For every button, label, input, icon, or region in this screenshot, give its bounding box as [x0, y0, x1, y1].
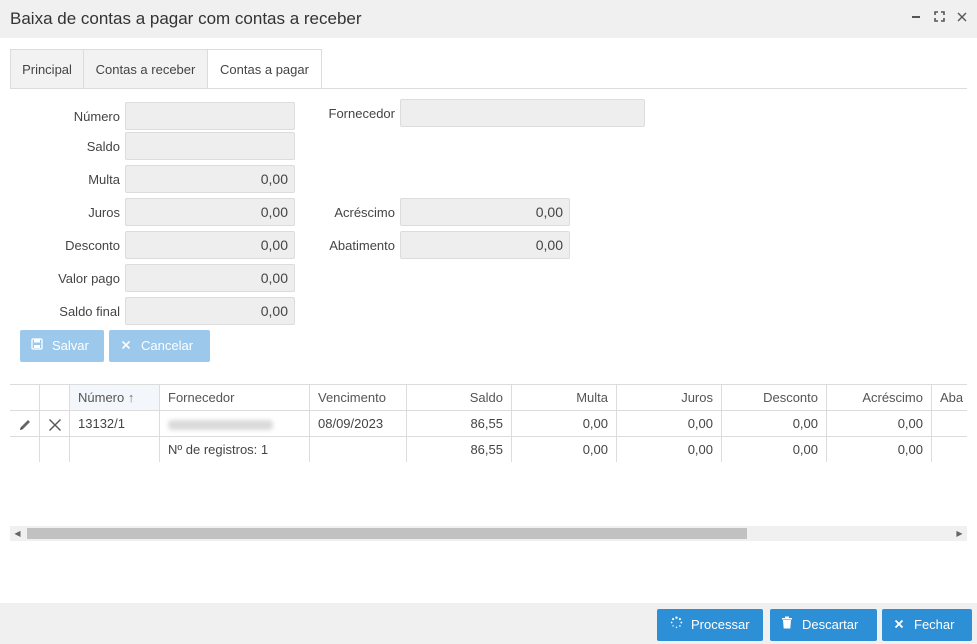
grid-header-juros[interactable]: Juros [617, 385, 722, 410]
row-acrescimo: 0,00 [827, 411, 932, 436]
grid-header-fornecedor[interactable]: Fornecedor [160, 385, 310, 410]
row-fornecedor [160, 411, 310, 436]
acrescimo-field[interactable]: 0,00 [400, 198, 570, 226]
x-icon [117, 330, 135, 362]
grid-header-delete [40, 385, 70, 410]
process-button-label: Processar [691, 617, 750, 632]
cancel-button[interactable]: Cancelar [109, 330, 210, 362]
summary-record-count: Nº de registros: 1 [160, 437, 310, 462]
summary-multa: 0,00 [512, 437, 617, 462]
scroll-left-icon[interactable]: ◀ [10, 526, 25, 541]
summary-empty [10, 437, 40, 462]
tab-contas-a-receber[interactable]: Contas a receber [83, 49, 208, 89]
saldo-field[interactable] [125, 132, 295, 160]
saldo-final-label: Saldo final [59, 304, 120, 319]
summary-acrescimo: 0,00 [827, 437, 932, 462]
grid-header-multa[interactable]: Multa [512, 385, 617, 410]
contas-a-pagar-grid: Número ↑ Fornecedor Vencimento Saldo Mul… [10, 384, 967, 462]
desconto-field[interactable]: 0,00 [125, 231, 295, 259]
x-icon [890, 609, 908, 641]
delete-x-icon[interactable] [40, 411, 70, 436]
maximize-icon[interactable] [931, 9, 947, 27]
row-multa: 0,00 [512, 411, 617, 436]
grid-header-acrescimo[interactable]: Acréscimo [827, 385, 932, 410]
grid-header-numero-label: Número [78, 390, 125, 405]
saldo-label: Saldo [86, 139, 120, 154]
floppy-disk-icon [28, 330, 46, 362]
grid-header-numero[interactable]: Número ↑ [70, 385, 160, 410]
summary-empty [70, 437, 160, 462]
summary-empty [310, 437, 407, 462]
tab-contas-a-pagar[interactable]: Contas a pagar [207, 49, 322, 89]
scroll-right-icon[interactable]: ▶ [952, 526, 967, 541]
minimize-icon[interactable] [908, 9, 924, 27]
cancel-button-label: Cancelar [141, 338, 194, 353]
saldo-final-field[interactable]: 0,00 [125, 297, 295, 325]
title-bar: Baixa de contas a pagar com contas a rec… [0, 0, 977, 38]
scrollbar-thumb[interactable] [27, 528, 747, 539]
grid-header-desconto[interactable]: Desconto [722, 385, 827, 410]
horizontal-scrollbar[interactable]: ◀ ▶ [10, 526, 967, 541]
multa-field[interactable]: 0,00 [125, 165, 295, 193]
save-button-label: Salvar [52, 338, 89, 353]
grid-header-abatimento[interactable]: Aba [932, 385, 967, 410]
spinner-icon [667, 609, 685, 641]
close-button[interactable]: Fechar [882, 609, 972, 641]
sort-arrow-icon: ↑ [127, 390, 135, 405]
abatimento-label: Abatimento [329, 238, 395, 253]
close-icon[interactable] [954, 9, 970, 27]
abatimento-field[interactable]: 0,00 [400, 231, 570, 259]
numero-field[interactable] [125, 102, 295, 130]
acrescimo-label: Acréscimo [334, 205, 395, 220]
valor-pago-label: Valor pago [58, 271, 120, 286]
juros-label: Juros [88, 205, 120, 220]
save-button[interactable]: Salvar [20, 330, 104, 362]
redacted-text [168, 419, 273, 430]
numero-label: Número [73, 109, 120, 124]
tab-divider [10, 88, 967, 89]
trash-icon [778, 609, 796, 641]
juros-field[interactable]: 0,00 [125, 198, 295, 226]
tab-principal[interactable]: Principal [10, 49, 84, 89]
summary-empty [40, 437, 70, 462]
summary-saldo: 86,55 [407, 437, 512, 462]
row-saldo: 86,55 [407, 411, 512, 436]
close-button-label: Fechar [914, 617, 955, 632]
window-title: Baixa de contas a pagar com contas a rec… [10, 9, 362, 28]
row-juros: 0,00 [617, 411, 722, 436]
footer-bar: Processar Descartar Fechar [0, 603, 977, 644]
grid-header-saldo[interactable]: Saldo [407, 385, 512, 410]
discard-button-label: Descartar [802, 617, 859, 632]
valor-pago-field[interactable]: 0,00 [125, 264, 295, 292]
grid-header-edit [10, 385, 40, 410]
process-button[interactable]: Processar [657, 609, 763, 641]
fornecedor-label: Fornecedor [328, 106, 395, 121]
summary-desconto: 0,00 [722, 437, 827, 462]
row-numero: 13132/1 [70, 411, 160, 436]
discard-button[interactable]: Descartar [770, 609, 877, 641]
multa-label: Multa [88, 172, 120, 187]
pencil-icon[interactable] [10, 411, 40, 436]
row-desconto: 0,00 [722, 411, 827, 436]
grid-header-vencimento[interactable]: Vencimento [310, 385, 407, 410]
summary-juros: 0,00 [617, 437, 722, 462]
desconto-label: Desconto [65, 238, 120, 253]
fornecedor-field[interactable] [400, 99, 645, 127]
row-vencimento: 08/09/2023 [310, 411, 407, 436]
